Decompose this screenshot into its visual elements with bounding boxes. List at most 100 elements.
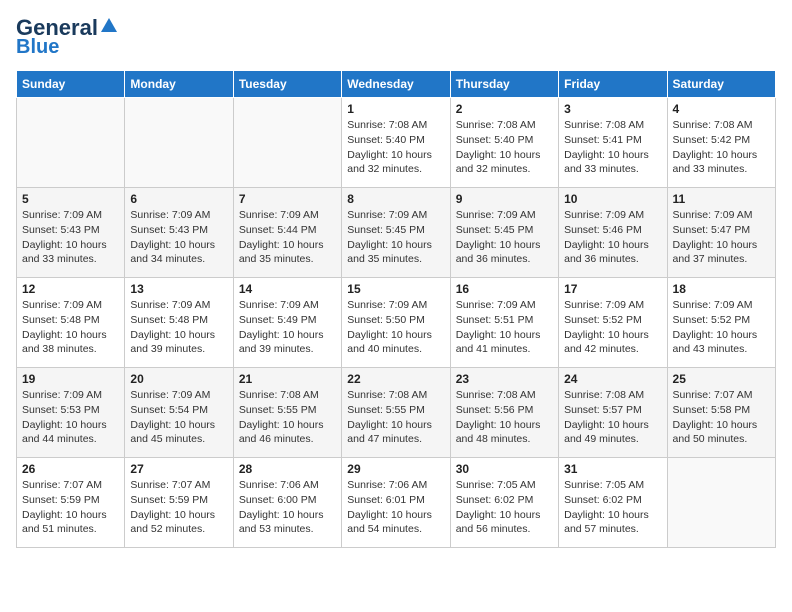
- day-info: Sunrise: 7:09 AMSunset: 5:45 PMDaylight:…: [456, 208, 553, 267]
- calendar-cell: 9 Sunrise: 7:09 AMSunset: 5:45 PMDaylight…: [450, 188, 558, 278]
- day-info: Sunrise: 7:08 AMSunset: 5:41 PMDaylight:…: [564, 118, 661, 177]
- day-number: 30: [456, 462, 553, 476]
- day-info: Sunrise: 7:07 AMSunset: 5:59 PMDaylight:…: [130, 478, 227, 537]
- day-info: Sunrise: 7:08 AMSunset: 5:57 PMDaylight:…: [564, 388, 661, 447]
- calendar-cell: 5 Sunrise: 7:09 AMSunset: 5:43 PMDaylight…: [17, 188, 125, 278]
- calendar-cell: 2 Sunrise: 7:08 AMSunset: 5:40 PMDaylight…: [450, 98, 558, 188]
- day-number: 24: [564, 372, 661, 386]
- day-number: 2: [456, 102, 553, 116]
- day-info: Sunrise: 7:09 AMSunset: 5:46 PMDaylight:…: [564, 208, 661, 267]
- day-number: 10: [564, 192, 661, 206]
- day-info: Sunrise: 7:09 AMSunset: 5:44 PMDaylight:…: [239, 208, 336, 267]
- calendar-cell: 3Sunrise: 7:08 AMSunset: 5:41 PMDaylight…: [559, 98, 667, 188]
- day-info: Sunrise: 7:09 AMSunset: 5:43 PMDaylight:…: [130, 208, 227, 267]
- day-info: Sunrise: 7:08 AMSunset: 5:56 PMDaylight:…: [456, 388, 553, 447]
- day-number: 12: [22, 282, 119, 296]
- day-info: Sunrise: 7:09 AMSunset: 5:48 PMDaylight:…: [22, 298, 119, 357]
- day-info: Sunrise: 7:09 AMSunset: 5:51 PMDaylight:…: [456, 298, 553, 357]
- day-number: 18: [673, 282, 770, 296]
- day-number: 16: [456, 282, 553, 296]
- header-monday: Monday: [125, 71, 233, 98]
- calendar-cell: 29Sunrise: 7:06 AMSunset: 6:01 PMDayligh…: [342, 458, 450, 548]
- day-number: 29: [347, 462, 444, 476]
- day-info: Sunrise: 7:09 AMSunset: 5:48 PMDaylight:…: [130, 298, 227, 357]
- calendar-cell: 23 Sunrise: 7:08 AMSunset: 5:56 PMDayligh…: [450, 368, 558, 458]
- day-info: Sunrise: 7:08 AMSunset: 5:55 PMDaylight:…: [347, 388, 444, 447]
- calendar-header-row: SundayMondayTuesdayWednesdayThursdayFrid…: [17, 71, 776, 98]
- day-number: 6: [130, 192, 227, 206]
- calendar-cell: 11Sunrise: 7:09 AMSunset: 5:47 PMDayligh…: [667, 188, 775, 278]
- header-friday: Friday: [559, 71, 667, 98]
- calendar-week-3: 12 Sunrise: 7:09 AMSunset: 5:48 PMDayligh…: [17, 278, 776, 368]
- day-number: 1: [347, 102, 444, 116]
- calendar-cell: 13 Sunrise: 7:09 AMSunset: 5:48 PMDayligh…: [125, 278, 233, 368]
- logo: General Blue: [16, 16, 118, 58]
- day-info: Sunrise: 7:09 AMSunset: 5:47 PMDaylight:…: [673, 208, 770, 267]
- calendar-cell: 28 Sunrise: 7:06 AMSunset: 6:00 PMDayligh…: [233, 458, 341, 548]
- day-info: Sunrise: 7:08 AMSunset: 5:40 PMDaylight:…: [456, 118, 553, 177]
- page-header: General Blue: [16, 16, 776, 58]
- calendar-cell: 7 Sunrise: 7:09 AMSunset: 5:44 PMDaylight…: [233, 188, 341, 278]
- day-info: Sunrise: 7:09 AMSunset: 5:53 PMDaylight:…: [22, 388, 119, 447]
- calendar-cell: 1 Sunrise: 7:08 AMSunset: 5:40 PMDaylight…: [342, 98, 450, 188]
- calendar-cell: 4 Sunrise: 7:08 AMSunset: 5:42 PMDaylight…: [667, 98, 775, 188]
- day-number: 20: [130, 372, 227, 386]
- calendar-cell: 12 Sunrise: 7:09 AMSunset: 5:48 PMDayligh…: [17, 278, 125, 368]
- calendar-cell: 14Sunrise: 7:09 AMSunset: 5:49 PMDayligh…: [233, 278, 341, 368]
- header-saturday: Saturday: [667, 71, 775, 98]
- day-number: 4: [673, 102, 770, 116]
- header-wednesday: Wednesday: [342, 71, 450, 98]
- calendar-cell: [233, 98, 341, 188]
- header-tuesday: Tuesday: [233, 71, 341, 98]
- day-info: Sunrise: 7:07 AMSunset: 5:59 PMDaylight:…: [22, 478, 119, 537]
- day-number: 13: [130, 282, 227, 296]
- day-number: 23: [456, 372, 553, 386]
- calendar-cell: 27Sunrise: 7:07 AMSunset: 5:59 PMDayligh…: [125, 458, 233, 548]
- calendar-cell: 6 Sunrise: 7:09 AMSunset: 5:43 PMDaylight…: [125, 188, 233, 278]
- day-number: 15: [347, 282, 444, 296]
- calendar-week-1: 1 Sunrise: 7:08 AMSunset: 5:40 PMDaylight…: [17, 98, 776, 188]
- day-number: 31: [564, 462, 661, 476]
- calendar-cell: 18 Sunrise: 7:09 AMSunset: 5:52 PMDayligh…: [667, 278, 775, 368]
- day-number: 25: [673, 372, 770, 386]
- calendar-cell: 15 Sunrise: 7:09 AMSunset: 5:50 PMDayligh…: [342, 278, 450, 368]
- calendar-cell: 30Sunrise: 7:05 AMSunset: 6:02 PMDayligh…: [450, 458, 558, 548]
- calendar-cell: 20Sunrise: 7:09 AMSunset: 5:54 PMDayligh…: [125, 368, 233, 458]
- calendar-week-5: 26 Sunrise: 7:07 AMSunset: 5:59 PMDayligh…: [17, 458, 776, 548]
- day-number: 28: [239, 462, 336, 476]
- day-number: 26: [22, 462, 119, 476]
- calendar-cell: 16 Sunrise: 7:09 AMSunset: 5:51 PMDayligh…: [450, 278, 558, 368]
- day-number: 5: [22, 192, 119, 206]
- calendar-week-2: 5 Sunrise: 7:09 AMSunset: 5:43 PMDaylight…: [17, 188, 776, 278]
- day-number: 22: [347, 372, 444, 386]
- day-number: 21: [239, 372, 336, 386]
- day-number: 8: [347, 192, 444, 206]
- calendar-cell: [667, 458, 775, 548]
- day-info: Sunrise: 7:09 AMSunset: 5:45 PMDaylight:…: [347, 208, 444, 267]
- day-info: Sunrise: 7:05 AMSunset: 6:02 PMDaylight:…: [564, 478, 661, 537]
- day-info: Sunrise: 7:08 AMSunset: 5:40 PMDaylight:…: [347, 118, 444, 177]
- day-info: Sunrise: 7:08 AMSunset: 5:42 PMDaylight:…: [673, 118, 770, 177]
- calendar-cell: 31 Sunrise: 7:05 AMSunset: 6:02 PMDayligh…: [559, 458, 667, 548]
- calendar-cell: 22 Sunrise: 7:08 AMSunset: 5:55 PMDayligh…: [342, 368, 450, 458]
- logo-blue: Blue: [16, 36, 59, 58]
- day-info: Sunrise: 7:07 AMSunset: 5:58 PMDaylight:…: [673, 388, 770, 447]
- day-number: 7: [239, 192, 336, 206]
- day-info: Sunrise: 7:09 AMSunset: 5:43 PMDaylight:…: [22, 208, 119, 267]
- calendar-cell: 24 Sunrise: 7:08 AMSunset: 5:57 PMDayligh…: [559, 368, 667, 458]
- day-info: Sunrise: 7:08 AMSunset: 5:55 PMDaylight:…: [239, 388, 336, 447]
- day-number: 14: [239, 282, 336, 296]
- calendar-cell: [17, 98, 125, 188]
- calendar-cell: 25 Sunrise: 7:07 AMSunset: 5:58 PMDayligh…: [667, 368, 775, 458]
- day-info: Sunrise: 7:09 AMSunset: 5:52 PMDaylight:…: [673, 298, 770, 357]
- day-number: 9: [456, 192, 553, 206]
- day-info: Sunrise: 7:09 AMSunset: 5:50 PMDaylight:…: [347, 298, 444, 357]
- day-number: 19: [22, 372, 119, 386]
- calendar-cell: 19 Sunrise: 7:09 AMSunset: 5:53 PMDayligh…: [17, 368, 125, 458]
- day-info: Sunrise: 7:06 AMSunset: 6:00 PMDaylight:…: [239, 478, 336, 537]
- calendar-cell: 26 Sunrise: 7:07 AMSunset: 5:59 PMDayligh…: [17, 458, 125, 548]
- day-number: 17: [564, 282, 661, 296]
- calendar-cell: 17 Sunrise: 7:09 AMSunset: 5:52 PMDayligh…: [559, 278, 667, 368]
- calendar-body: 1 Sunrise: 7:08 AMSunset: 5:40 PMDaylight…: [17, 98, 776, 548]
- day-info: Sunrise: 7:09 AMSunset: 5:52 PMDaylight:…: [564, 298, 661, 357]
